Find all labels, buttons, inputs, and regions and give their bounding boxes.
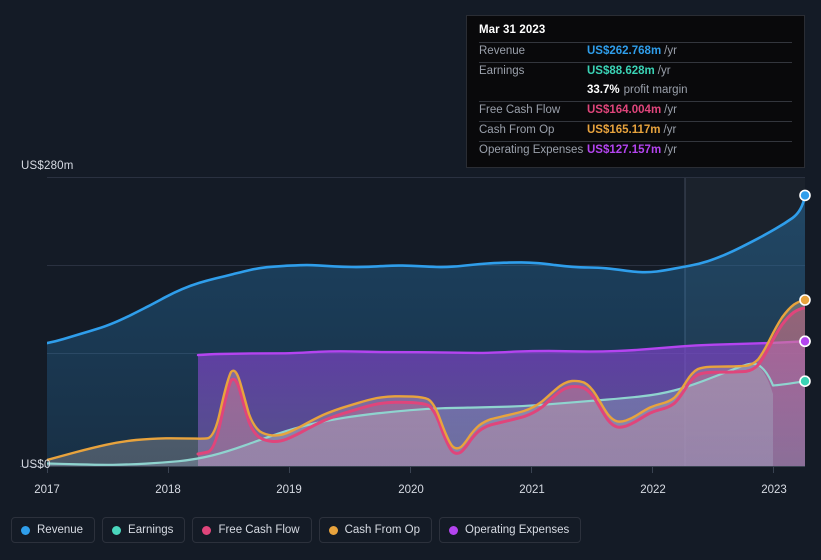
tooltip-value-free-cash-flow: US$164.004m bbox=[587, 104, 662, 116]
tooltip-value-profit-margin: 33.7% bbox=[587, 84, 620, 96]
end-marker-earnings bbox=[799, 375, 811, 388]
y-axis-max-label: US$280m bbox=[21, 160, 74, 172]
tooltip-label-operating-expenses: Operating Expenses bbox=[479, 144, 584, 156]
legend-label-cash-from-op: Cash From Op bbox=[344, 524, 421, 536]
legend-dot-revenue-icon bbox=[21, 525, 30, 535]
legend-dot-earnings-icon bbox=[112, 525, 122, 535]
tooltip-label-free-cash-flow: Free Cash Flow bbox=[479, 104, 561, 116]
tooltip-row-free-cash-flow: Free Cash Flow US$164.004m /yr bbox=[479, 101, 792, 121]
end-marker-cash-from-op bbox=[799, 294, 811, 306]
legend-item-earnings[interactable]: Earnings bbox=[102, 517, 186, 543]
x-label-2021: 2021 bbox=[519, 484, 545, 496]
legend-dot-operating-expenses-icon bbox=[449, 525, 459, 535]
end-marker-operating-expenses bbox=[799, 335, 811, 348]
tooltip-unit-earnings: /yr bbox=[657, 65, 671, 77]
end-marker-revenue bbox=[799, 189, 811, 202]
x-label-2019: 2019 bbox=[276, 484, 302, 496]
tooltip-value-cash-from-op: US$165.117m bbox=[587, 124, 661, 136]
legend-dot-free-cash-flow-icon bbox=[202, 525, 212, 535]
legend-item-revenue[interactable]: Revenue bbox=[11, 517, 96, 543]
tooltip-row-earnings: Earnings US$88.628m /yr bbox=[479, 62, 792, 82]
chart-legend: Revenue Earnings Free Cash Flow Cash Fro… bbox=[11, 517, 582, 543]
tooltip-unit-operating-expenses: /yr bbox=[664, 144, 677, 156]
y-axis-zero-label: US$0 bbox=[21, 459, 51, 471]
legend-item-free-cash-flow[interactable]: Free Cash Flow bbox=[192, 517, 312, 543]
tooltip-unit-revenue: /yr bbox=[664, 45, 677, 57]
chart-container: US$280m US$0 2017 2018 2019 2020 2021 20… bbox=[0, 0, 821, 560]
tooltip-label-cash-from-op: Cash From Op bbox=[479, 124, 555, 136]
tooltip-label-profit-margin: profit margin bbox=[623, 84, 688, 96]
x-ticks bbox=[47, 466, 774, 473]
tooltip-row-cash-from-op: Cash From Op US$165.117m /yr bbox=[479, 121, 792, 141]
tooltip-date: Mar 31 2023 bbox=[479, 24, 546, 36]
data-tooltip: Mar 31 2023 Revenue US$262.768m /yr Earn… bbox=[466, 15, 805, 168]
x-label-2017: 2017 bbox=[34, 484, 60, 496]
x-label-2020: 2020 bbox=[398, 484, 424, 496]
tooltip-value-earnings: US$88.628m bbox=[587, 65, 655, 77]
tooltip-value-revenue: US$262.768m bbox=[587, 45, 662, 57]
legend-item-cash-from-op[interactable]: Cash From Op bbox=[318, 517, 433, 543]
legend-item-operating-expenses[interactable]: Operating Expenses bbox=[439, 517, 582, 543]
tooltip-unit-free-cash-flow: /yr bbox=[664, 104, 677, 116]
legend-label-revenue: Revenue bbox=[37, 524, 84, 536]
legend-label-operating-expenses: Operating Expenses bbox=[465, 524, 570, 536]
x-label-2022: 2022 bbox=[640, 484, 666, 496]
tooltip-row-revenue: Revenue US$262.768m /yr bbox=[479, 42, 792, 62]
legend-label-earnings: Earnings bbox=[128, 524, 174, 536]
tooltip-row-operating-expenses: Operating Expenses US$127.157m /yr bbox=[479, 141, 792, 161]
x-label-2018: 2018 bbox=[155, 484, 181, 496]
tooltip-row-profit-margin: 33.7% profit margin bbox=[479, 82, 792, 101]
tooltip-unit-cash-from-op: /yr bbox=[663, 124, 677, 136]
tooltip-value-operating-expenses: US$127.157m bbox=[587, 144, 662, 156]
x-axis: 2017 2018 2019 2020 2021 2022 2023 bbox=[0, 484, 821, 502]
legend-dot-cash-from-op-icon bbox=[328, 525, 338, 535]
x-label-2023: 2023 bbox=[761, 484, 787, 496]
tooltip-label-earnings: Earnings bbox=[479, 65, 525, 77]
legend-label-free-cash-flow: Free Cash Flow bbox=[218, 524, 300, 536]
tooltip-label-revenue: Revenue bbox=[479, 45, 526, 57]
